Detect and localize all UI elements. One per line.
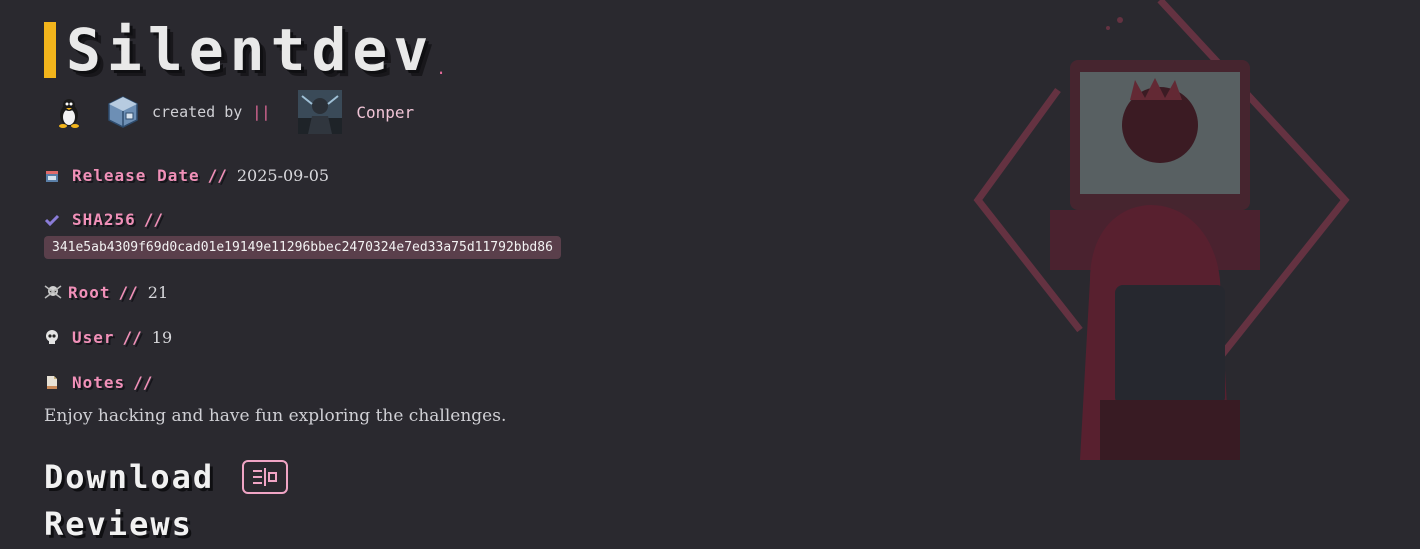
user-value: 19 (151, 328, 173, 347)
author-name-link[interactable]: Conper (356, 103, 414, 122)
reviews-heading: Reviews (44, 505, 193, 543)
title-accent-bar (44, 22, 56, 78)
notes-label: Notes (72, 373, 126, 392)
author-avatar[interactable] (298, 90, 343, 134)
release-date-slashes: // (207, 166, 227, 185)
root-value: 21 (147, 283, 169, 302)
notes-text: Enjoy hacking and have fun exploring the… (44, 406, 507, 426)
machine-details: Silentdev . created by || Conper Release… (44, 0, 944, 549)
skull-icon (44, 329, 62, 347)
calendar-icon (44, 167, 62, 185)
page-title: Silentdev (66, 16, 435, 84)
user-slashes: // (122, 328, 142, 347)
created-by-label: created by (152, 103, 243, 121)
notes-slashes: // (133, 373, 153, 392)
root-label: Root (68, 283, 111, 302)
root-slashes: // (118, 283, 138, 302)
checkmark-icon (44, 211, 62, 229)
linux-penguin-icon (52, 95, 86, 129)
release-date-label: Release Date (72, 166, 200, 185)
sha256-hash-value[interactable]: 341e5ab4309f69d0cad01e19149e11296bbec247… (44, 236, 561, 259)
sha256-slashes: // (143, 210, 164, 229)
download-box-icon (253, 468, 278, 486)
download-button[interactable] (242, 460, 289, 494)
skull-crossbones-icon (44, 284, 62, 302)
download-section: Download (44, 458, 289, 496)
download-heading: Download (44, 458, 215, 496)
title-row: Silentdev . (44, 16, 446, 84)
sha256-field: SHA256 // (44, 210, 173, 229)
release-date-field: Release Date // 2025-09-05 (44, 166, 329, 185)
virtualbox-icon (106, 95, 140, 129)
hacker-illustration (960, 0, 1380, 470)
creator-separator: || (252, 103, 271, 121)
sha256-label: SHA256 (72, 210, 136, 229)
title-dot: . (436, 59, 446, 78)
note-page-icon (44, 374, 62, 392)
notes-field: Notes // (44, 373, 162, 392)
release-date-value: 2025-09-05 (236, 166, 330, 185)
user-label: User (72, 328, 115, 347)
creator-meta: created by || Conper (52, 90, 414, 134)
root-field: Root // 21 (44, 283, 168, 302)
user-field: User // 19 (44, 328, 172, 347)
